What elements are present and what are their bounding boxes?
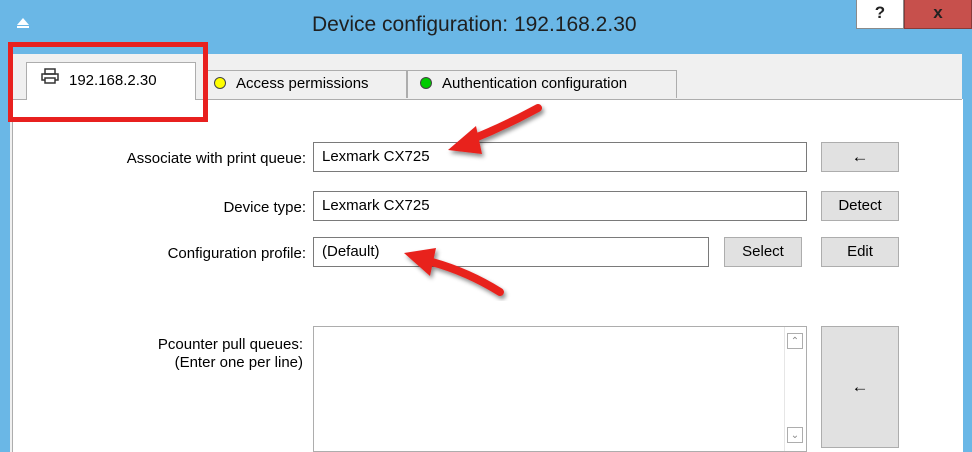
annotation-arrows: [404, 104, 542, 296]
arrow-to-print-queue-icon: [448, 104, 542, 154]
arrow-to-config-profile-icon: [404, 248, 504, 296]
